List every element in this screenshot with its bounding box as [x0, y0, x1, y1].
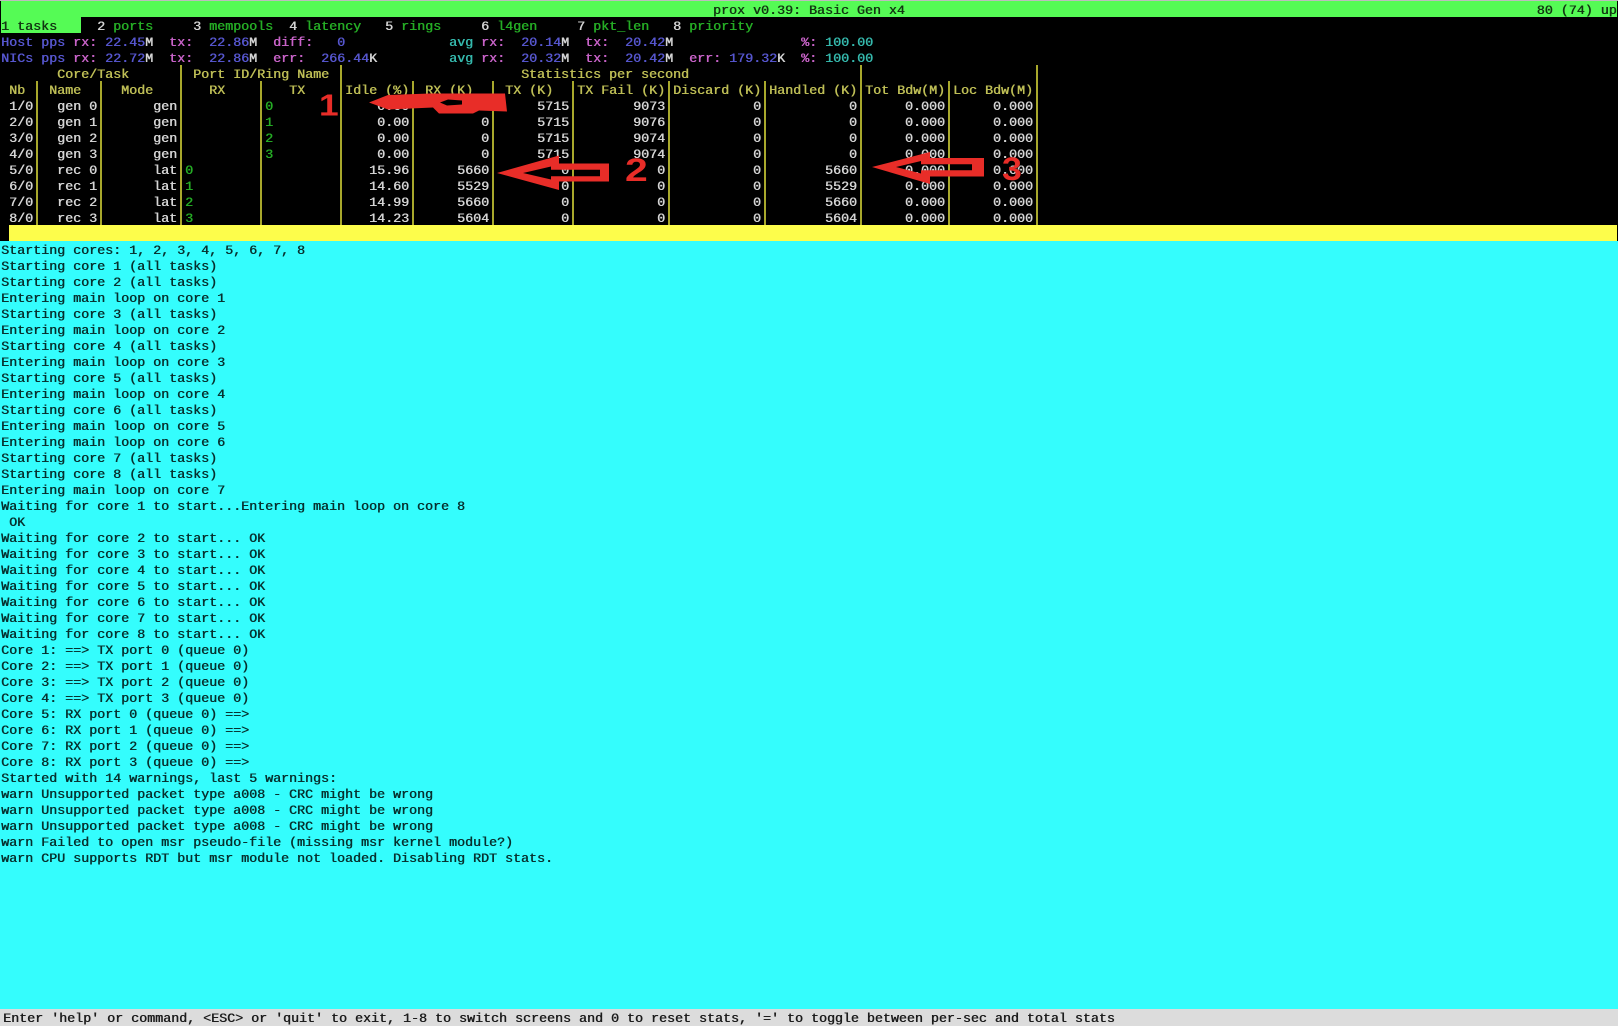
svg-text:2: 2: [625, 152, 648, 188]
svg-text:1: 1: [319, 88, 339, 123]
svg-text:3: 3: [1002, 152, 1022, 188]
